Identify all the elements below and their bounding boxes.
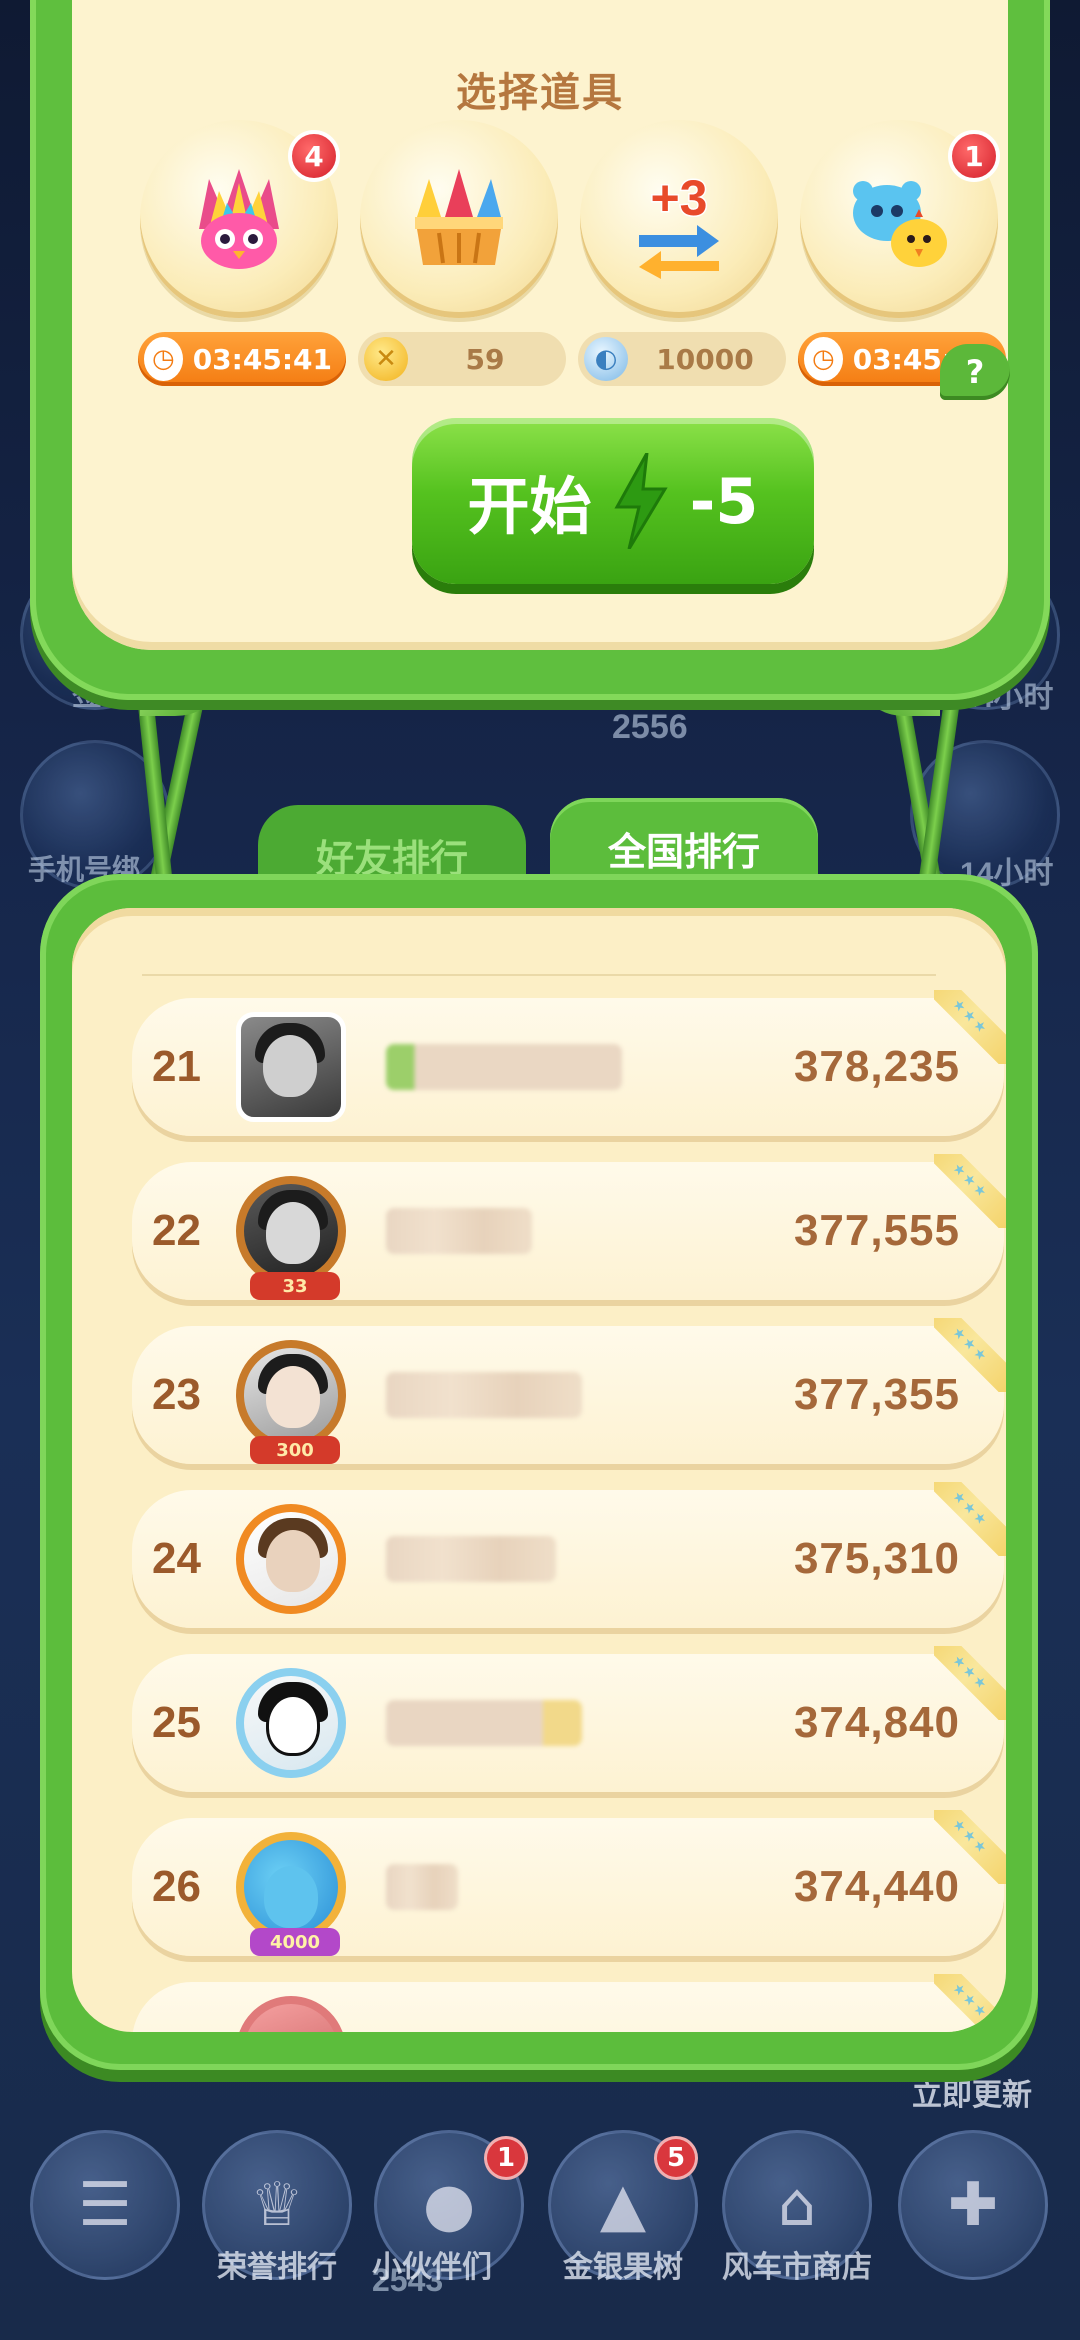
avatar-face [266,1694,320,1756]
avatar-level-badge: 4000 [250,1928,340,1956]
prop-cost-firework: ✕ 59 [358,332,566,386]
windmill-shop-label: 风车市商店 [722,2250,872,2285]
timer-text: 03:45:41 [192,342,332,376]
avatar-face [263,1035,317,1097]
clock-icon: ◷ [804,337,843,381]
star-ribbon-icon: ★★★ [934,1810,1006,1884]
ranking-row[interactable]: 26 4000 374,440 ★★★ [132,1810,1006,1956]
ranking-row[interactable]: 21 378,235 ★★★ [132,990,1006,1136]
cost-text: 59 [465,342,505,376]
money-tree-label: 金银果树 [563,2250,683,2285]
player-name-blurred [386,1864,458,1910]
energy-cost: -5 [689,464,759,538]
ranking-panel: 21 378,235 ★★★ 22 33 377,555 ★★★ 23 300 … [40,874,1038,2070]
avatar [236,1504,346,1614]
avatar [236,1996,346,2032]
ranking-row[interactable]: ★★★ [132,1974,1006,2032]
avatar [236,1832,346,1942]
start-button[interactable]: 开始 -5 [412,418,814,584]
prop-item-firework-bucket[interactable] [360,120,558,318]
gold-coin-icon: ✕ [364,337,408,381]
raccoon-icon: ● [422,2170,476,2240]
ranking-list[interactable]: 21 378,235 ★★★ 22 33 377,555 ★★★ 23 300 … [72,908,1006,2032]
svg-text:+3: +3 [650,170,707,226]
start-label: 开始 [467,470,592,543]
player-name-blurred [386,1700,582,1746]
rank-number: 25 [152,1698,201,1747]
plus-icon: ✚ [947,2170,999,2240]
prop-cost-plus-three: ◐ 10000 [578,332,786,386]
player-name-blurred [386,1536,556,1582]
avatar-level-badge: 33 [250,1272,340,1300]
partners-badge: 1 [484,2136,528,2180]
money-tree-badge: 5 [654,2136,698,2180]
star-ribbon-icon: ★★★ [934,990,1006,1064]
avatar [236,1176,346,1286]
star-ribbon-icon: ★★★ [934,1154,1006,1228]
rank-number: 22 [152,1206,201,1255]
avatar [236,1012,346,1122]
tree-icon: ▲ [599,2170,647,2240]
props-title: 选择道具 [456,70,624,116]
ranking-divider [142,974,936,976]
menu-icon: ☰ [78,2170,132,2240]
plus-three-swap-icon: +3 [580,120,778,318]
rank-number: 23 [152,1370,201,1419]
firework-bucket-icon [360,120,558,318]
star-ribbon-icon: ★★★ [934,1318,1006,1392]
silver-coin-icon: ◐ [584,337,628,381]
rank-number: 24 [152,1534,201,1583]
prop-item-plus-three[interactable]: +3 [580,120,778,318]
ranking-row[interactable]: 22 33 377,555 ★★★ [132,1154,1006,1300]
update-now-label[interactable]: 立即更新 [912,2070,1032,2114]
rank-number: 26 [152,1862,201,1911]
player-name-blurred [386,1208,532,1254]
avatar-face [266,1202,320,1264]
clock-icon: ◷ [144,337,183,381]
honor-ranking-label: 荣誉排行 [217,2250,337,2285]
bg-counter-1: 2556 [612,708,688,746]
plus-button[interactable]: ✚ [898,2130,1048,2280]
star-ribbon-icon: ★★★ [934,1482,1006,1556]
rank-number: 21 [152,1042,201,1091]
cost-text: 10000 [656,342,754,376]
avatar-face [266,1366,320,1428]
ranking-row[interactable]: 24 375,310 ★★★ [132,1482,1006,1628]
energy-bolt-icon [606,451,676,551]
prop-badge-blue-bear: 1 [948,130,1000,182]
help-button[interactable]: ? [940,344,1010,400]
partners-label: 小伙伴们 [372,2250,492,2285]
avatar-face [264,1866,318,1928]
star-ribbon-icon: ★★★ [934,1646,1006,1720]
props-panel: 选择道具 4 +3 1 ◷ 03:45:41 ✕ 59 ◐ 10000 ◷ 03… [30,0,1050,700]
avatar-face [266,1530,320,1592]
prop-timer-rainbow-bird: ◷ 03:45:41 [138,332,346,386]
shop-icon: ⌂ [777,2170,817,2240]
ranking-row[interactable]: 23 300 377,355 ★★★ [132,1318,1006,1464]
menu-button[interactable]: ☰ [30,2130,180,2280]
crown-icon: ♕ [250,2170,304,2240]
avatar-level-badge: 300 [250,1436,340,1464]
player-name-blurred [386,1372,582,1418]
player-name-blurred [386,1044,622,1090]
avatar [236,1340,346,1450]
star-ribbon-icon: ★★★ [934,1974,1006,2032]
props-panel-inner: 选择道具 4 +3 1 ◷ 03:45:41 ✕ 59 ◐ 10000 ◷ 03… [72,0,1008,650]
avatar [236,1668,346,1778]
prop-badge-rainbow-bird: 4 [288,130,340,182]
ranking-row[interactable]: 25 374,840 ★★★ [132,1646,1006,1792]
